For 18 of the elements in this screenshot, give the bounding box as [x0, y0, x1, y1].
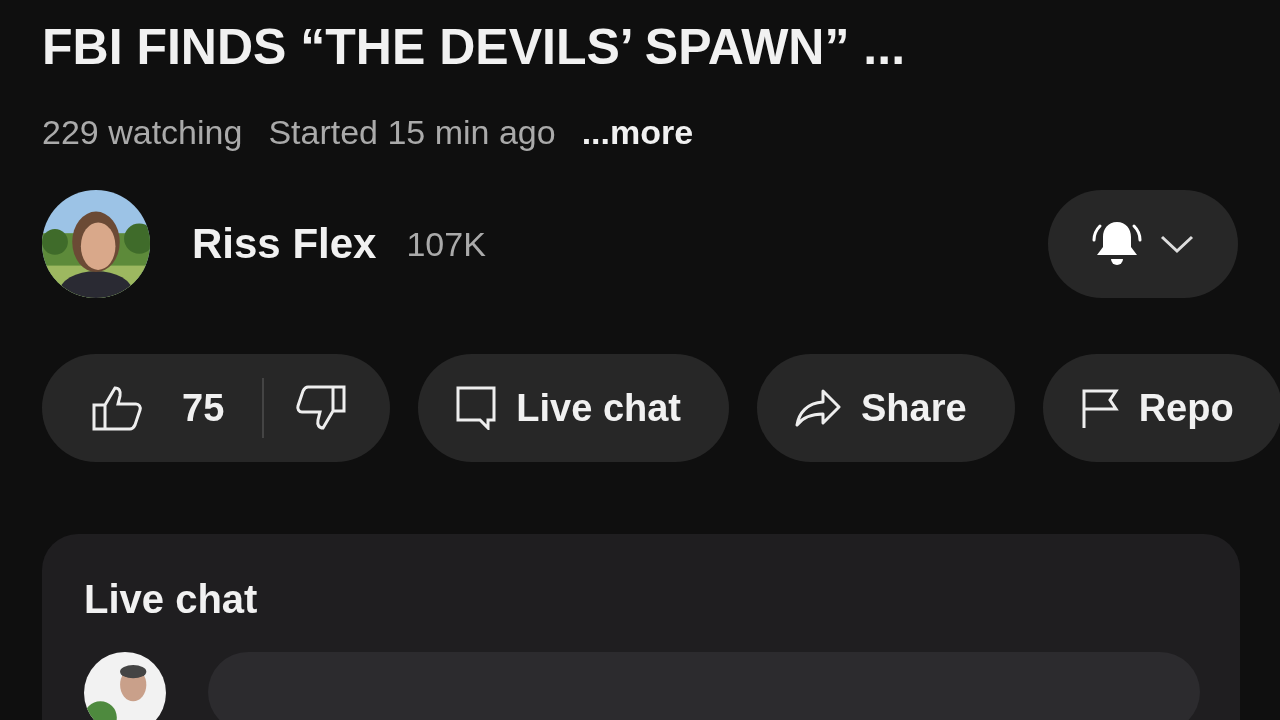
video-title: FBI FINDS “THE DEVILS’ SPAWN” ...	[42, 18, 906, 77]
thumbs-up-icon	[92, 385, 144, 431]
chevron-down-icon	[1160, 234, 1194, 254]
flag-icon	[1080, 388, 1119, 428]
panel-title: Live chat	[84, 576, 258, 623]
like-button[interactable]: 75	[92, 385, 225, 431]
dislike-button[interactable]	[294, 385, 347, 431]
more-link[interactable]: ...more	[581, 110, 694, 154]
subscriber-count: 107K	[406, 224, 486, 264]
start-time: Started 15 min ago	[268, 112, 556, 153]
channel-name[interactable]: Riss Flex	[192, 220, 377, 268]
thumbs-down-icon	[294, 385, 347, 431]
share-button[interactable]: Share	[757, 354, 1015, 462]
chat-icon	[456, 386, 497, 430]
live-chat-button[interactable]: Live chat	[418, 354, 729, 462]
share-icon	[795, 389, 841, 427]
report-button[interactable]: Repo	[1042, 354, 1280, 462]
viewer-count: 229 watching	[42, 112, 243, 153]
